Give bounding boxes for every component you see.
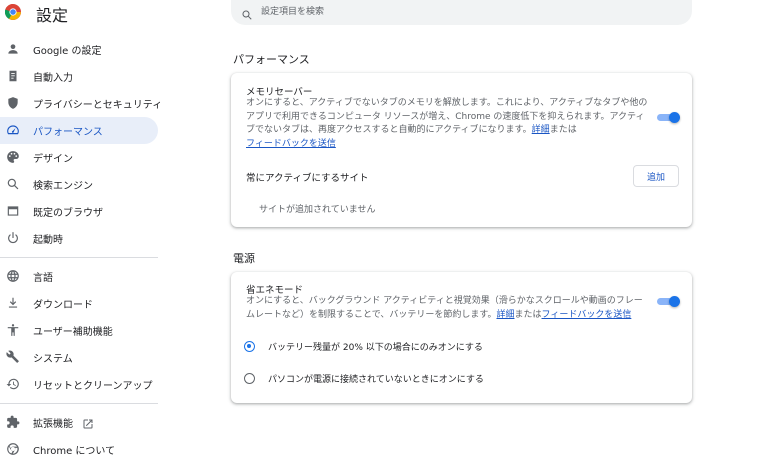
sidebar-item-about-chrome[interactable]: Chrome について <box>0 436 158 463</box>
globe-icon <box>6 269 20 283</box>
energy-saver-toggle[interactable] <box>657 296 680 307</box>
person-icon <box>6 42 20 56</box>
open-in-new-icon <box>82 415 94 429</box>
radio-option-low-battery[interactable]: バッテリー残量が 20% 以下の場合にのみオンにする <box>244 338 483 354</box>
settings-search[interactable] <box>231 0 692 25</box>
sidebar: 設定 Google の設定 自動入力 プライバシーとセキュリティ パフォーマンス… <box>0 0 168 471</box>
sidebar-item-extensions[interactable]: 拡張機能 <box>0 409 158 436</box>
radio-option-unplugged[interactable]: パソコンが電源に接続されていないときにオンにする <box>244 370 484 386</box>
sidebar-item-appearance[interactable]: デザイン <box>0 144 158 171</box>
toggle-knob <box>669 112 680 123</box>
search-input[interactable] <box>261 4 661 20</box>
radio-label: バッテリー残量が 20% 以下の場合にのみオンにする <box>268 342 483 353</box>
sidebar-divider <box>0 403 158 404</box>
sidebar-item-label: パフォーマンス <box>33 127 103 138</box>
memory-saver-description: オンにすると、アクティブでないタブのメモリを解放します。これにより、アクティブな… <box>246 98 648 149</box>
sidebar-nav: Google の設定 自動入力 プライバシーとセキュリティ パフォーマンス デザ… <box>0 36 168 463</box>
energy-saver-title: 省エネモード <box>246 285 304 296</box>
memory-saver-toggle[interactable] <box>657 112 680 123</box>
sidebar-item-languages[interactable]: 言語 <box>0 263 158 290</box>
sidebar-item-google[interactable]: Google の設定 <box>0 36 158 63</box>
sidebar-item-label: デザイン <box>33 154 73 165</box>
chrome-icon <box>6 442 20 456</box>
toggle-knob <box>669 296 680 307</box>
puzzle-icon <box>6 415 20 429</box>
no-sites-note: サイトが追加されていません <box>259 205 376 215</box>
shield-icon <box>6 96 20 110</box>
radio-label: パソコンが電源に接続されていないときにオンにする <box>268 374 484 385</box>
sidebar-item-label: Google の設定 <box>33 46 102 57</box>
sidebar-item-system[interactable]: システム <box>0 344 158 371</box>
sidebar-item-accessibility[interactable]: ユーザー補助機能 <box>0 317 158 344</box>
sidebar-item-label: 自動入力 <box>33 73 73 84</box>
download-icon <box>6 296 20 310</box>
sidebar-item-search-engine[interactable]: 検索エンジン <box>0 171 158 198</box>
sidebar-divider <box>0 257 158 258</box>
sidebar-item-label: 言語 <box>33 273 53 284</box>
clipboard-icon <box>6 69 20 83</box>
sidebar-item-performance[interactable]: パフォーマンス <box>0 117 158 144</box>
search-icon <box>6 177 20 191</box>
sidebar-item-default-browser[interactable]: 既定のブラウザ <box>0 198 158 225</box>
performance-card: メモリセーバー オンにすると、アクティブでないタブのメモリを解放します。これによ… <box>231 73 692 227</box>
power-icon <box>6 231 20 245</box>
always-active-sites-label: 常にアクティブにするサイト <box>246 173 369 184</box>
sidebar-item-label: リセットとクリーンアップ <box>33 381 153 392</box>
sidebar-item-label: プライバシーとセキュリティ <box>33 100 163 111</box>
memory-saver-details-link[interactable]: 詳細 <box>532 125 550 135</box>
speedometer-icon <box>6 123 20 137</box>
sidebar-item-label: ダウンロード <box>33 300 93 311</box>
history-icon <box>6 377 20 391</box>
sidebar-item-label: ユーザー補助機能 <box>33 327 113 338</box>
sidebar-item-label: 拡張機能 <box>33 419 73 430</box>
power-card: 省エネモード オンにすると、バックグラウンド アクティビティと視覚効果（滑らかな… <box>231 272 692 403</box>
energy-saver-details-link[interactable]: 詳細 <box>496 310 514 320</box>
sidebar-item-autofill[interactable]: 自動入力 <box>0 63 158 90</box>
sidebar-item-reset[interactable]: リセットとクリーンアップ <box>0 371 158 398</box>
browser-icon <box>6 204 20 218</box>
accessibility-icon <box>6 323 20 337</box>
sidebar-item-downloads[interactable]: ダウンロード <box>0 290 158 317</box>
memory-saver-title: メモリセーバー <box>246 87 313 98</box>
sidebar-item-label: Chrome について <box>33 446 116 457</box>
palette-icon <box>6 150 20 164</box>
energy-saver-feedback-link[interactable]: フィードバックを送信 <box>542 310 632 320</box>
section-title-performance: パフォーマンス <box>233 53 310 66</box>
page-title: 設定 <box>36 6 69 25</box>
wrench-icon <box>6 350 20 364</box>
section-title-power: 電源 <box>233 252 255 265</box>
sidebar-item-label: 既定のブラウザ <box>33 208 103 219</box>
memory-saver-feedback-link[interactable]: フィードバックを送信 <box>246 139 336 149</box>
energy-saver-description: オンにすると、バックグラウンド アクティビティと視覚効果（滑らかなスクロールや動… <box>246 296 643 320</box>
sidebar-item-label: 検索エンジン <box>33 181 93 192</box>
chrome-logo-icon <box>5 4 21 20</box>
sidebar-item-label: システム <box>33 354 73 365</box>
radio-button[interactable] <box>244 372 255 384</box>
search-icon <box>241 6 253 20</box>
sidebar-item-privacy[interactable]: プライバシーとセキュリティ <box>0 90 162 117</box>
radio-button-selected[interactable] <box>244 340 255 352</box>
sidebar-item-label: 起動時 <box>33 235 63 246</box>
sidebar-item-on-startup[interactable]: 起動時 <box>0 225 158 252</box>
add-site-button[interactable]: 追加 <box>633 165 679 187</box>
